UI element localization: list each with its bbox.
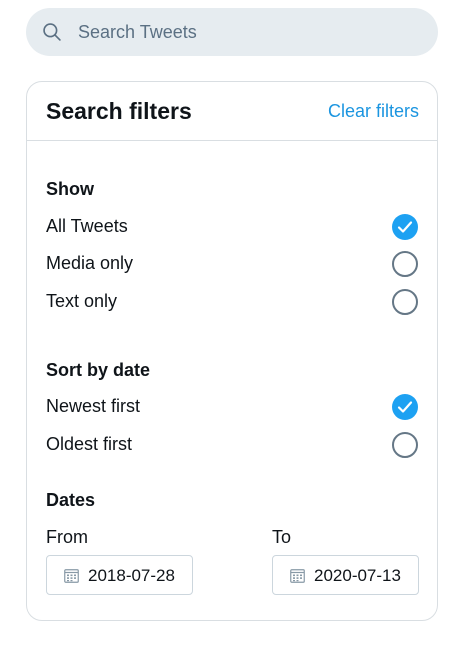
radio-unchecked[interactable] [392,251,418,277]
radio-checked[interactable] [392,394,418,420]
option-media-only[interactable]: Media only [46,249,418,279]
to-date-field[interactable]: 2020-07-13 [272,555,419,595]
option-label: Media only [46,253,134,273]
search-bar[interactable] [26,8,438,56]
calendar-icon [290,569,305,583]
radio-checked[interactable] [392,214,418,240]
option-all-tweets[interactable]: All Tweets [46,212,418,242]
check-icon [397,401,413,413]
panel-title: Search filters [46,98,192,124]
search-icon [43,23,61,41]
radio-unchecked[interactable] [392,289,418,315]
option-text-only[interactable]: Text only [46,287,418,317]
sort-section-title: Sort by date [46,360,151,380]
option-label: Newest first [46,396,141,416]
to-date-value: 2020-07-13 [314,566,401,585]
search-filters-panel: Search filters Clear filters Show All Tw… [26,81,438,621]
from-date-value: 2018-07-28 [88,566,175,585]
option-label: Oldest first [46,434,133,454]
search-input[interactable] [74,8,418,56]
calendar-icon [64,569,79,583]
dates-section-title: Dates [46,490,96,510]
show-section-title: Show [46,179,94,199]
from-label: From [46,527,88,547]
to-label: To [272,527,292,547]
option-label: Text only [46,291,118,311]
option-label: All Tweets [46,216,128,236]
clear-filters-link[interactable]: Clear filters [328,101,419,122]
from-date-field[interactable]: 2018-07-28 [46,555,193,595]
check-icon [397,221,413,233]
panel-header: Search filters Clear filters [27,82,437,141]
option-newest-first[interactable]: Newest first [46,392,418,422]
radio-unchecked[interactable] [392,432,418,458]
option-oldest-first[interactable]: Oldest first [46,430,418,460]
